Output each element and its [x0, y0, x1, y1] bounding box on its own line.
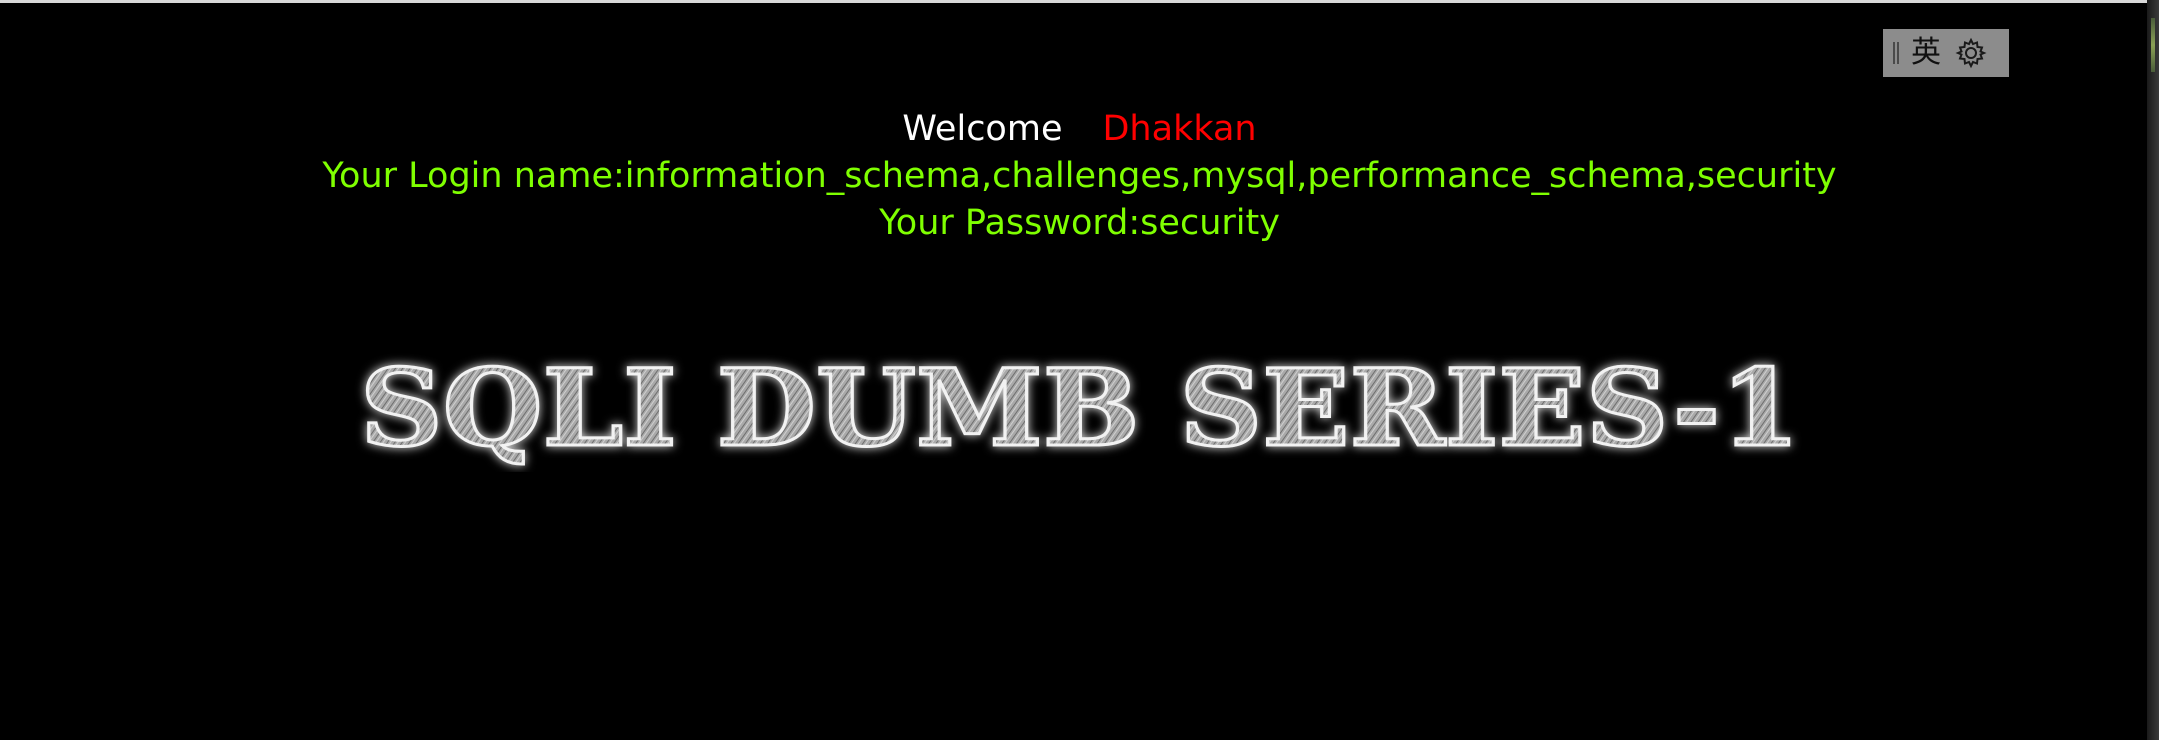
password-line: Your Password:security: [879, 203, 1280, 243]
ime-language-button[interactable]: 英: [1911, 38, 1941, 68]
sqli-dumb-series-banner: SQLI DUMB SERIES-1: [359, 344, 1802, 472]
volume-meter-icon: [2151, 18, 2155, 72]
banner-text: SQLI DUMB SERIES-1: [360, 345, 1800, 470]
welcome-line: Welcome Dhakkan: [0, 106, 2159, 153]
ime-language-toolbar[interactable]: 英: [1883, 29, 2009, 77]
login-name-line: Your Login name:information_schema,chall…: [322, 156, 1837, 196]
welcome-user-name: Dhakkan: [1102, 109, 1257, 149]
grip-handle-icon[interactable]: [1893, 42, 1899, 64]
welcome-label: Welcome: [902, 109, 1063, 149]
login-result-message: Welcome Dhakkan Your Login name:informati…: [0, 106, 2159, 247]
gear-icon[interactable]: [1955, 37, 1987, 69]
window-top-border: [0, 0, 2159, 3]
